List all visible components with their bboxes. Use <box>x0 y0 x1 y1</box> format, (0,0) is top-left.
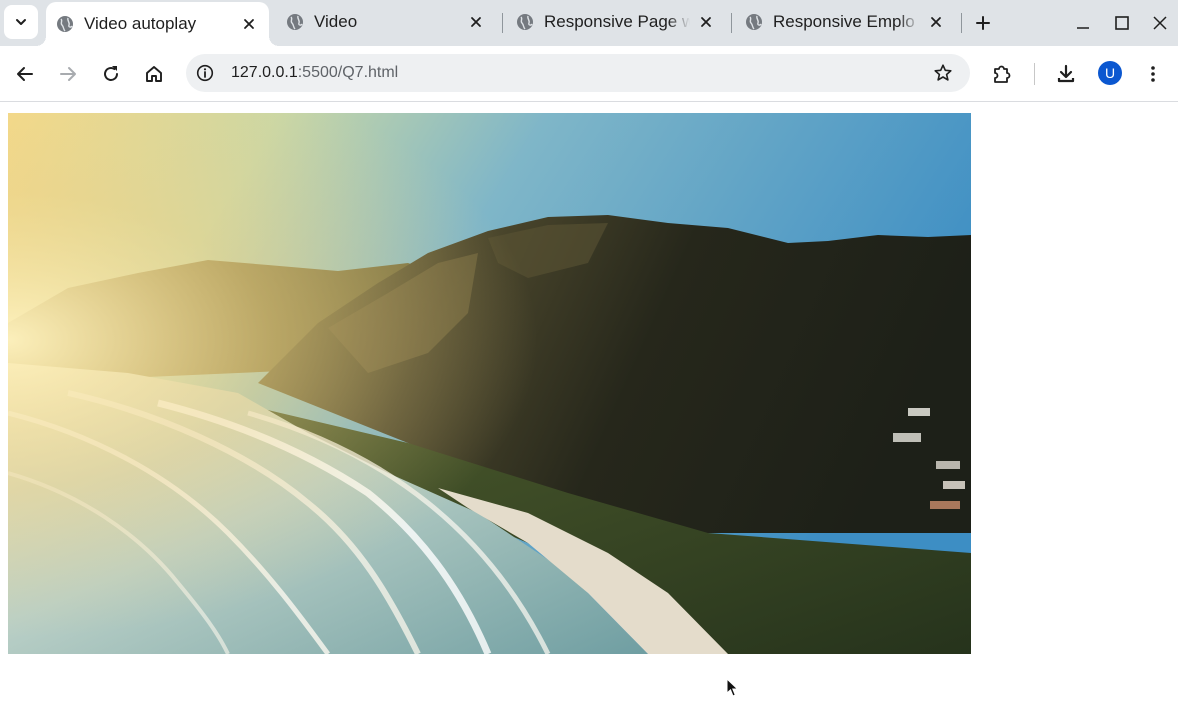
back-button[interactable] <box>11 60 39 88</box>
close-icon[interactable] <box>696 12 716 32</box>
new-tab-button[interactable] <box>971 11 995 35</box>
tab-search-button[interactable] <box>4 5 38 39</box>
forward-button[interactable] <box>54 60 82 88</box>
extensions-button[interactable] <box>988 60 1016 88</box>
download-icon <box>1057 64 1075 83</box>
profile-avatar[interactable]: U <box>1098 61 1122 85</box>
url-path: :5500/Q7.html <box>297 64 399 81</box>
tab-separator <box>502 13 503 33</box>
url-text[interactable]: 127.0.0.1:5500/Q7.html <box>231 64 398 82</box>
maximize-icon <box>1115 16 1129 30</box>
home-icon <box>146 66 162 82</box>
downloads-button[interactable] <box>1052 60 1080 88</box>
tab-separator <box>961 13 962 33</box>
close-icon[interactable] <box>466 12 486 32</box>
tab-title: Video autoplay <box>84 14 197 33</box>
close-icon <box>1153 16 1167 30</box>
chevron-down-icon <box>16 19 26 25</box>
globe-icon <box>56 15 74 33</box>
site-info-button[interactable] <box>194 62 216 84</box>
browser-toolbar: 127.0.0.1:5500/Q7.html U <box>0 46 1178 102</box>
globe-icon <box>745 13 763 31</box>
minimize-icon <box>1077 27 1089 29</box>
minimize-button[interactable] <box>1071 11 1095 35</box>
tab-title: Responsive Page w <box>544 12 690 31</box>
menu-button[interactable] <box>1139 60 1167 88</box>
tab-responsive-page[interactable]: Responsive Page w <box>506 4 726 40</box>
reload-icon <box>104 66 118 81</box>
tab-title: Responsive Emplo <box>773 12 915 31</box>
toolbar-divider <box>1034 63 1035 85</box>
close-icon[interactable] <box>239 14 259 34</box>
star-icon <box>934 64 952 81</box>
arrow-right-icon <box>60 67 76 81</box>
tab-title: Video <box>314 12 358 31</box>
maximize-button[interactable] <box>1110 11 1134 35</box>
tab-video-autoplay[interactable]: Video autoplay <box>36 2 279 46</box>
arrow-left-icon <box>17 67 33 81</box>
globe-icon <box>516 13 534 31</box>
bookmark-button[interactable] <box>932 62 954 84</box>
puzzle-icon <box>994 65 1011 83</box>
home-button[interactable] <box>140 60 168 88</box>
close-icon[interactable] <box>926 12 946 32</box>
plus-icon <box>976 16 990 30</box>
info-icon <box>196 64 214 82</box>
mouse-cursor-icon <box>726 678 739 697</box>
tab-separator <box>731 13 732 33</box>
tab-responsive-employee[interactable]: Responsive Emplo <box>735 4 956 40</box>
tab-video[interactable]: Video <box>276 4 496 40</box>
window-close-button[interactable] <box>1148 11 1172 35</box>
url-host: 127.0.0.1 <box>231 64 298 81</box>
reload-button[interactable] <box>97 60 125 88</box>
kebab-menu-icon <box>1151 66 1155 82</box>
address-bar[interactable]: 127.0.0.1:5500/Q7.html <box>186 54 970 92</box>
tab-strip: Video autoplay Video Responsive Page w R… <box>0 0 1178 46</box>
video-frame <box>8 113 971 654</box>
globe-icon <box>286 13 304 31</box>
video-player[interactable] <box>8 113 971 654</box>
